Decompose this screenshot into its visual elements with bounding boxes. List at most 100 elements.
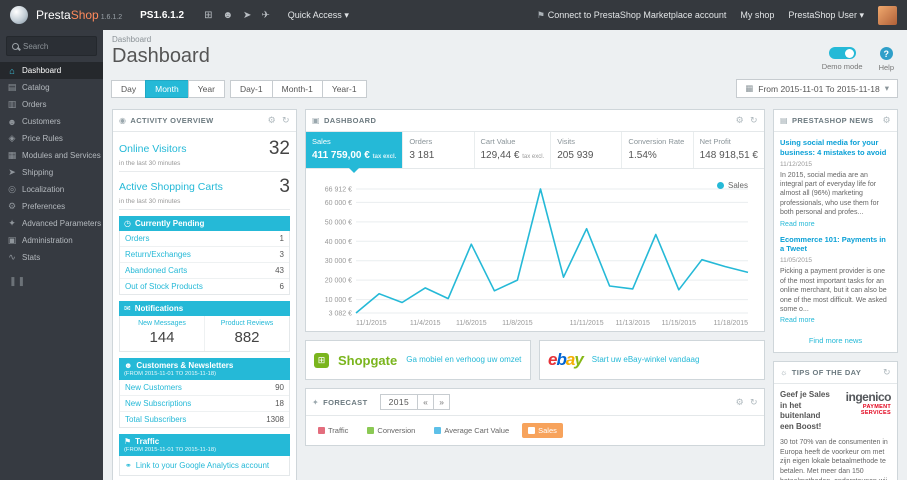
user-menu[interactable]: PrestaShop User ▾ [788,10,864,21]
svg-text:10 000 €: 10 000 € [325,297,352,304]
range-button[interactable]: Month [145,79,189,98]
news-headline-link[interactable]: Ecommerce 101: Payments in a Tweet [780,235,891,255]
activity-row-link[interactable]: Total Subscribers [125,415,186,424]
gear-icon[interactable]: ⚙ [736,397,744,408]
prestashop-logo[interactable] [10,6,28,24]
my-shop-link[interactable]: My shop [740,10,774,20]
read-more-link[interactable]: Read more [780,221,815,228]
date-range-toolbar: Day Month Year Day-1 Month-1 Year-1 ▦ From 2… [111,79,898,98]
sidebar-item[interactable]: ▣ Administration [0,232,103,249]
kpi-box[interactable]: Net Profit 148 918,51 € [694,132,764,168]
ebay-ad-link[interactable]: Start uw eBay-winkel vandaag [592,355,700,365]
refresh-icon[interactable]: ↻ [750,115,758,126]
previous-year-button[interactable]: « [417,394,435,410]
brand[interactable]: PrestaShop 1.6.1.2 [36,8,122,22]
shopgate-module-ad[interactable]: ⊞ Shopgate Ga mobiel en verhoog uw omzet [305,340,531,380]
range-button[interactable]: Day [111,79,147,98]
range-button[interactable]: Year-1 [321,79,367,98]
refresh-icon[interactable]: ↻ [883,367,891,378]
sidebar-item-label: Catalog [22,83,50,92]
gear-icon[interactable]: ⚙ [883,115,891,126]
dashboard-icon: ▣ [312,116,320,125]
sidebar-item[interactable]: ⚙ Preferences [0,198,103,215]
chart-legend-label: Sales [727,181,748,190]
chart-legend[interactable]: Sales [716,181,748,190]
activity-row-link[interactable]: Orders [125,234,149,243]
active-carts-link[interactable]: Active Shopping Carts [119,181,223,193]
kpi-box[interactable]: Orders 3 181 [403,132,475,168]
read-more-link[interactable]: Read more [780,317,815,324]
sidebar-item[interactable]: ◎ Localization [0,181,103,198]
sidebar-item[interactable]: ☻ Customers [0,113,103,130]
kpi-box[interactable]: Conversion Rate 1.54% [622,132,694,168]
kpi-value: 1.54% [628,150,657,161]
date-range-picker[interactable]: ▦ From 2015-11-01 To 2015-11-18 ▾ [736,79,898,98]
collapse-menu-button[interactable]: ❚❚ [0,266,103,297]
legend-color-swatch [434,427,442,434]
sidebar-item[interactable]: ✦ Advanced Parameters [0,215,103,232]
activity-row-link[interactable]: Abandoned Carts [125,266,187,275]
breadcrumb[interactable]: Dashboard [112,35,898,44]
google-analytics-link[interactable]: ⚭ Link to your Google Analytics account [119,456,290,476]
ingenico-logo[interactable]: ingenico PAYMENT SERVICES [838,390,892,432]
sidebar-item[interactable]: ⌂ Dashboard [0,62,103,79]
shopgate-logo: Shopgate [338,352,398,368]
quick-access-menu[interactable]: Quick Access ▾ [288,10,349,21]
refresh-icon[interactable]: ↻ [750,397,758,408]
forecast-legend-item[interactable]: Conversion [361,423,421,438]
online-visitors-link[interactable]: Online Visitors [119,143,187,155]
news-headline-link[interactable]: Using social media for your business: 4 … [780,138,891,158]
pending-rows: Orders 1 Return/Exchanges 3 Abandoned Ca… [119,231,290,295]
activity-row-link[interactable]: Out of Stock Products [125,282,203,291]
activity-row: Total Subscribers 1308 [120,412,289,427]
user-avatar[interactable] [878,5,897,25]
export-icon[interactable]: ➤ [243,10,251,21]
page-title: Dashboard [112,45,210,67]
shopgate-ad-link[interactable]: Ga mobiel en verhoog uw omzet [406,355,521,365]
range-button[interactable]: Year [187,79,225,98]
forecast-year-select[interactable]: 2015 [379,394,419,410]
forecast-legend-item[interactable]: Traffic [312,423,354,438]
kpi-box[interactable]: Sales 411 759,00 € tax excl. [306,132,404,173]
marketplace-link[interactable]: ⚑ Connect to PrestaShop Marketplace accou… [537,10,727,21]
kpi-value: 3 181 [409,150,435,161]
sidebar-item-icon: ☻ [7,116,17,127]
activity-row-link[interactable]: New Customers [125,383,182,392]
forecast-legend-item[interactable]: Sales [522,423,563,438]
sidebar-item[interactable]: ∿ Stats [0,249,103,266]
help-icon[interactable]: ? [879,47,893,60]
cart-icon[interactable]: ⊞ [204,10,212,21]
sidebar-item-label: Preferences [22,202,66,211]
range-button[interactable]: Day-1 [229,79,273,98]
sidebar-item[interactable]: ▤ Catalog [0,79,103,96]
kpi-box[interactable]: Visits 205 939 [551,132,623,168]
demo-mode-toggle[interactable] [828,47,856,59]
customer-icon[interactable]: ☻ [222,10,233,21]
refresh-icon[interactable]: ↻ [282,115,290,126]
sidebar-item[interactable]: ➤ Shipping [0,164,103,181]
kpi-box[interactable]: Cart Value 129,44 € tax excl. [475,132,552,168]
activity-row-link[interactable]: Return/Exchanges [125,250,191,259]
sidebar-item[interactable]: ▥ Orders [0,96,103,113]
topbar-quick-icons: ⊞ ☻ ➤ ✈ [204,10,270,21]
activity-row-value: 18 [275,399,284,408]
forecast-legend-item[interactable]: Average Cart Value [428,423,515,438]
find-more-news-link[interactable]: Find more news [774,333,897,352]
tips-of-the-day-panel: ☼ TIPS OF THE DAY ↻ Geef je Sales in het… [773,361,898,480]
activity-row-link[interactable]: New Subscriptions [125,399,191,408]
gear-icon[interactable]: ⚙ [268,115,276,126]
search-input[interactable] [23,41,91,51]
kpi-sub-label: tax excl. [522,154,545,160]
rocket-icon[interactable]: ✈ [261,10,269,21]
ebay-module-ad[interactable]: ebay Start uw eBay-winkel vandaag [539,340,765,380]
svg-text:66 912 €: 66 912 € [325,187,352,194]
shop-name[interactable]: PS1.6.1.2 [140,10,184,21]
sidebar-item-icon: ∿ [8,252,16,262]
range-button[interactable]: Month-1 [271,79,323,98]
gear-icon[interactable]: ⚙ [736,115,744,126]
next-year-button[interactable]: » [433,394,451,410]
notification-stat[interactable]: New Messages 144 [120,316,205,351]
sidebar-item[interactable]: ◈ Price Rules [0,130,103,147]
sidebar-item[interactable]: ▦ Modules and Services [0,147,103,164]
notification-stat[interactable]: Product Reviews 882 [205,316,289,351]
